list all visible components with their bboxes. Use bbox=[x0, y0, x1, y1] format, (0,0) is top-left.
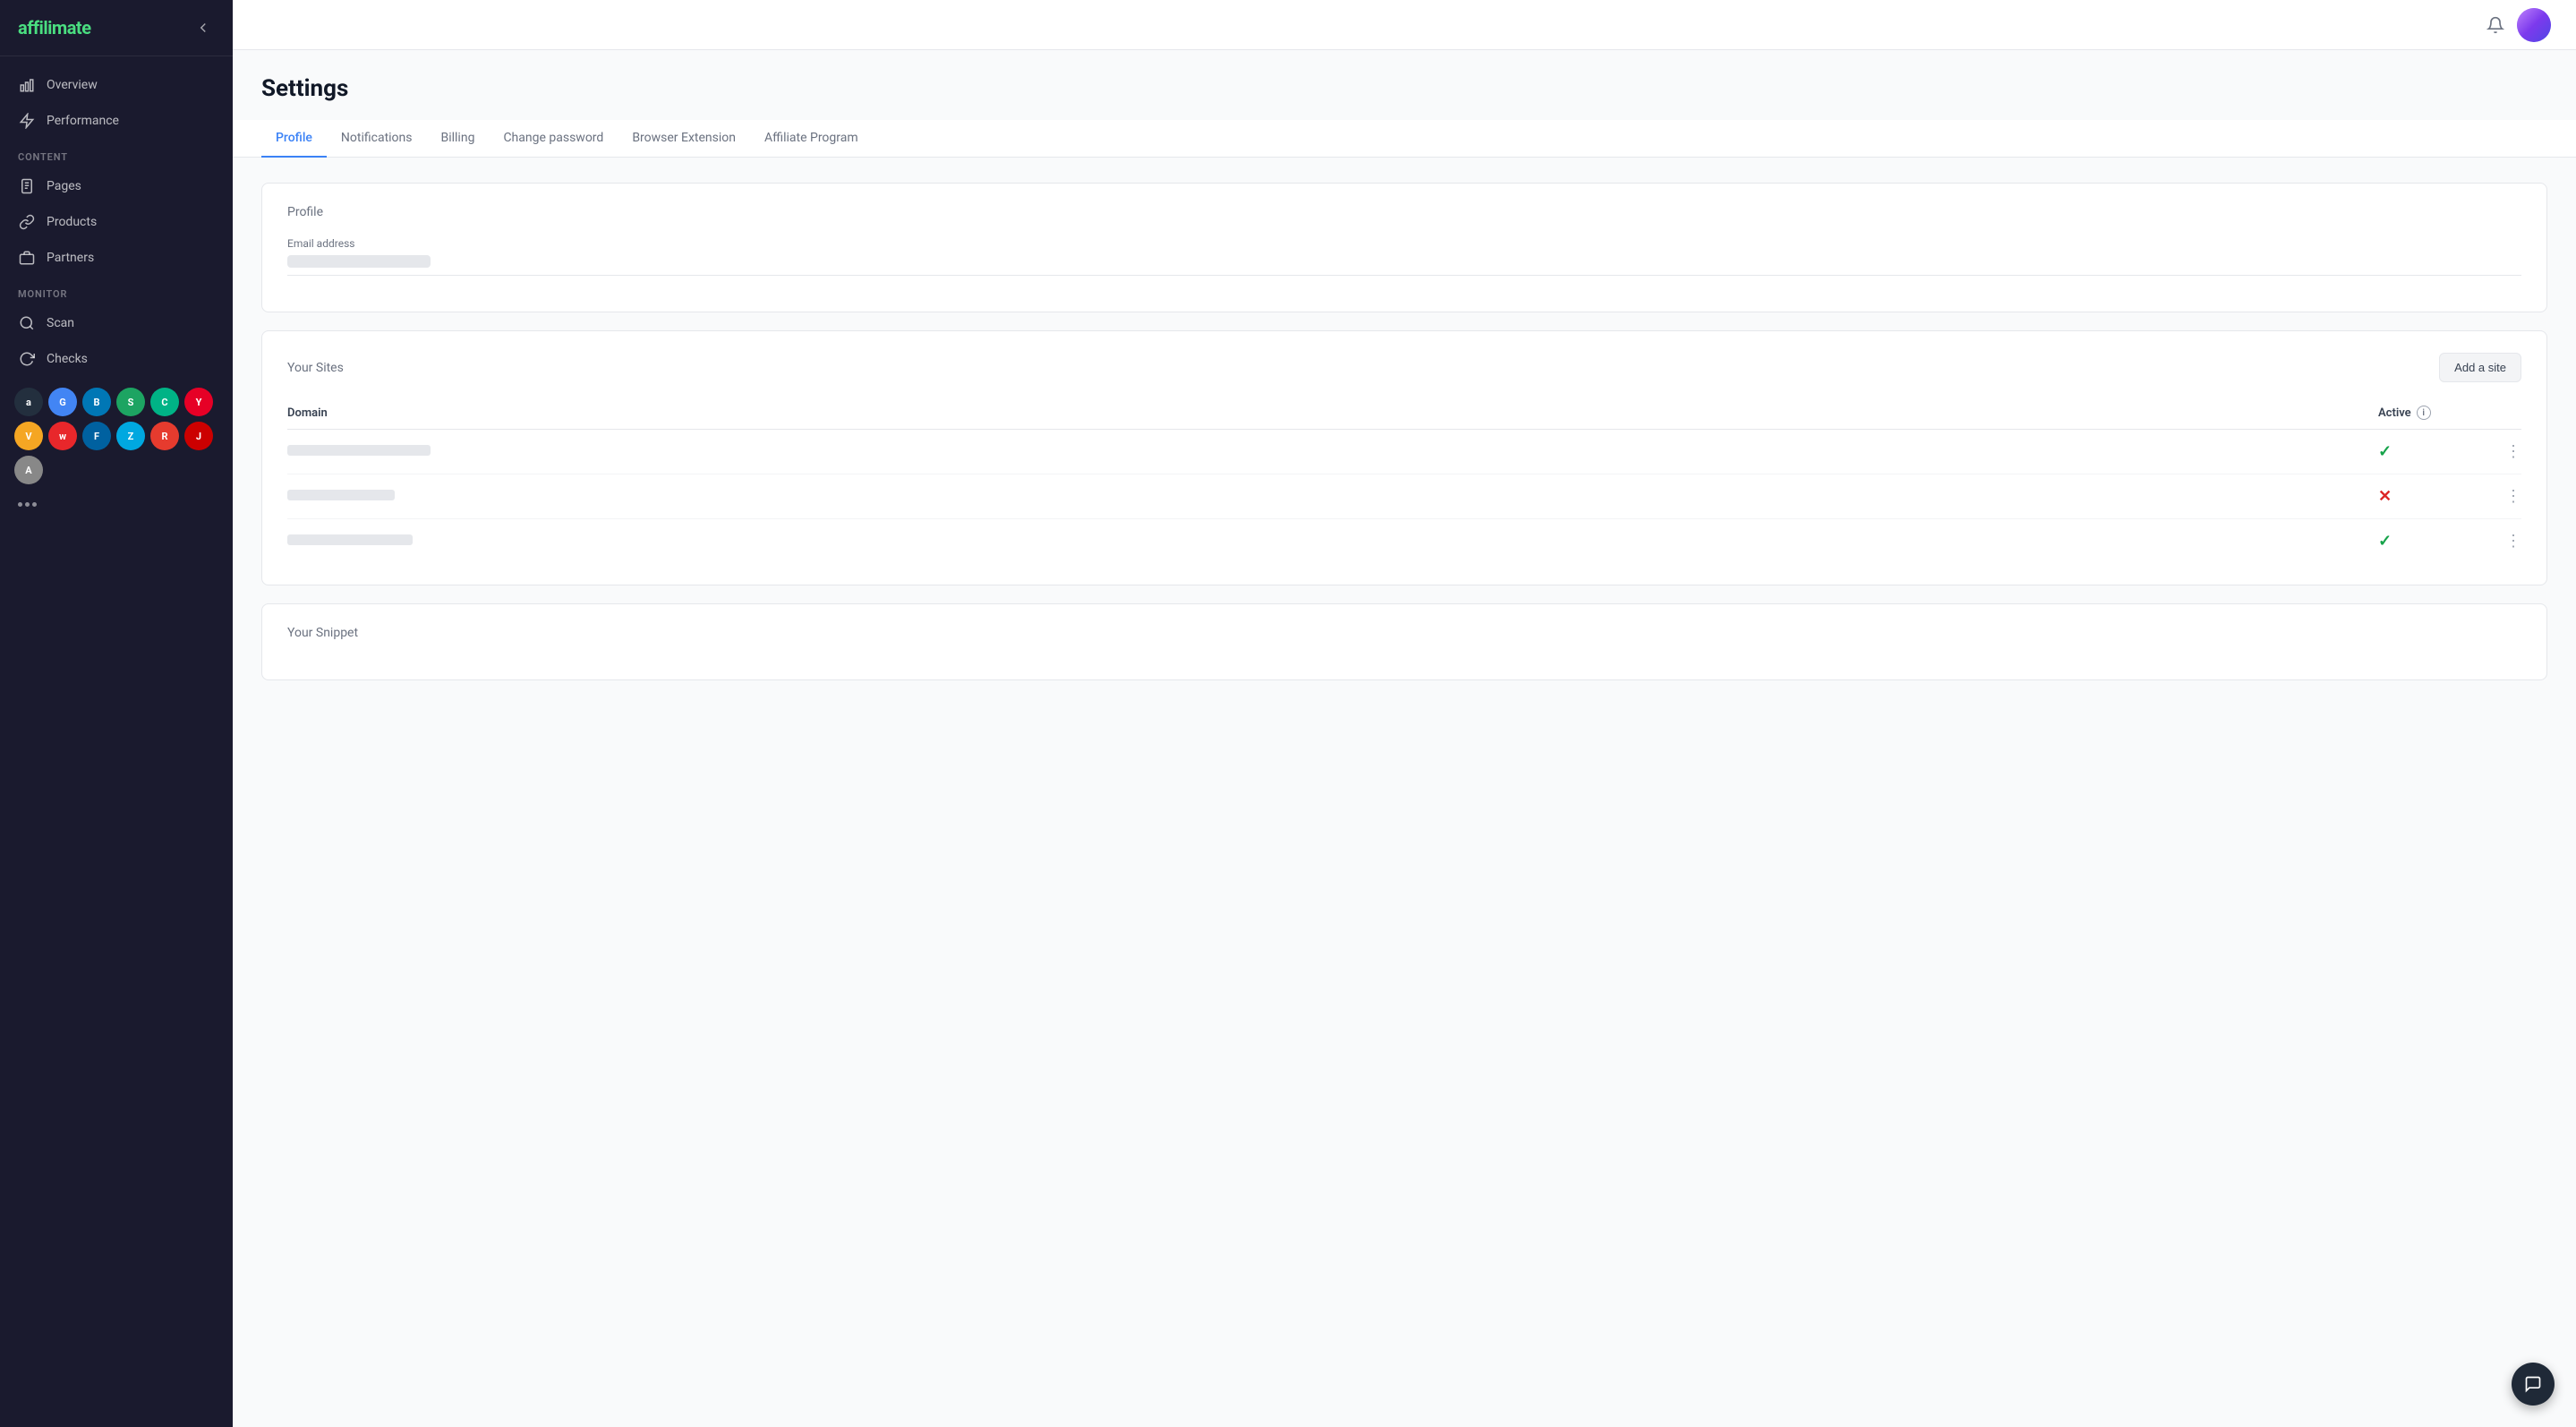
partner-v[interactable]: V bbox=[14, 422, 43, 450]
tab-browser-extension[interactable]: Browser Extension bbox=[618, 120, 750, 158]
email-label: Email address bbox=[287, 237, 2521, 250]
email-form-group: Email address bbox=[287, 237, 2521, 276]
avatar-image bbox=[2517, 8, 2551, 42]
sidebar-item-performance[interactable]: Performance bbox=[0, 103, 233, 139]
row-menu-button[interactable]: ⋮ bbox=[2486, 534, 2521, 550]
sidebar-item-partners[interactable]: Partners bbox=[0, 240, 233, 276]
topbar bbox=[233, 0, 2576, 50]
document-icon bbox=[18, 177, 36, 195]
monitor-section-label: MONITOR bbox=[0, 276, 233, 305]
domain-placeholder bbox=[287, 445, 431, 456]
partner-b[interactable]: B bbox=[82, 388, 111, 416]
action-column-header bbox=[2486, 397, 2521, 430]
content-section-label: CONTENT bbox=[0, 139, 233, 168]
partner-f[interactable]: F bbox=[82, 422, 111, 450]
chat-button[interactable] bbox=[2512, 1363, 2555, 1406]
sidebar: affilimate Overview Performance bbox=[0, 0, 233, 1427]
link-icon bbox=[18, 213, 36, 231]
domain-placeholder bbox=[287, 534, 413, 545]
email-value-placeholder bbox=[287, 255, 431, 268]
partner-a2[interactable]: A bbox=[14, 456, 43, 484]
search-icon bbox=[18, 314, 36, 332]
sites-card: Your Sites Add a site Domain Active i bbox=[261, 330, 2547, 585]
more-partners-button[interactable] bbox=[0, 495, 233, 521]
page-title: Settings bbox=[261, 75, 2547, 102]
sidebar-item-scan[interactable]: Scan bbox=[0, 305, 233, 341]
active-cell: ✕ bbox=[2378, 474, 2486, 519]
partner-r[interactable]: R bbox=[150, 422, 179, 450]
sidebar-item-products[interactable]: Products bbox=[0, 204, 233, 240]
sidebar-item-label: Pages bbox=[47, 179, 81, 193]
main-content: Settings Profile Notifications Billing C… bbox=[233, 0, 2576, 1427]
briefcase-icon bbox=[18, 249, 36, 267]
partner-google[interactable]: G bbox=[48, 388, 77, 416]
partner-amazon[interactable]: a bbox=[14, 388, 43, 416]
settings-tabs: Profile Notifications Billing Change pas… bbox=[233, 120, 2576, 158]
active-checkmark: ✓ bbox=[2378, 532, 2392, 551]
add-site-button[interactable]: Add a site bbox=[2439, 353, 2521, 382]
partner-z[interactable]: Z bbox=[116, 422, 145, 450]
active-info-icon[interactable]: i bbox=[2417, 406, 2431, 420]
sites-card-title: Your Sites bbox=[287, 361, 344, 375]
tab-affiliate-program[interactable]: Affiliate Program bbox=[750, 120, 873, 158]
action-cell: ⋮ bbox=[2486, 430, 2521, 474]
tab-notifications[interactable]: Notifications bbox=[327, 120, 427, 158]
action-cell: ⋮ bbox=[2486, 519, 2521, 564]
domain-cell bbox=[287, 519, 2378, 564]
sidebar-item-label: Checks bbox=[47, 352, 88, 366]
sidebar-item-label: Performance bbox=[47, 114, 119, 128]
chart-bar-icon bbox=[18, 76, 36, 94]
inactive-mark: ✕ bbox=[2378, 487, 2392, 506]
active-checkmark: ✓ bbox=[2378, 442, 2392, 461]
tab-profile[interactable]: Profile bbox=[261, 120, 327, 158]
sidebar-item-label: Partners bbox=[47, 251, 94, 265]
table-row: ✕ ⋮ bbox=[287, 474, 2521, 519]
active-column-header: Active i bbox=[2378, 397, 2486, 430]
table-row: ✓ ⋮ bbox=[287, 430, 2521, 474]
sidebar-item-checks[interactable]: Checks bbox=[0, 341, 233, 377]
action-cell: ⋮ bbox=[2486, 474, 2521, 519]
active-cell: ✓ bbox=[2378, 519, 2486, 564]
partner-c[interactable]: C bbox=[150, 388, 179, 416]
sidebar-collapse-button[interactable] bbox=[192, 16, 215, 39]
sidebar-item-label: Overview bbox=[47, 78, 98, 92]
row-menu-button[interactable]: ⋮ bbox=[2486, 444, 2521, 460]
domain-placeholder bbox=[287, 490, 395, 500]
user-avatar[interactable] bbox=[2517, 8, 2551, 42]
domain-column-header: Domain bbox=[287, 397, 2378, 430]
refresh-icon bbox=[18, 350, 36, 368]
profile-card: Profile Email address bbox=[261, 183, 2547, 312]
tab-change-password[interactable]: Change password bbox=[489, 120, 618, 158]
lightning-icon bbox=[18, 112, 36, 130]
notification-bell-button[interactable] bbox=[2486, 16, 2504, 34]
table-row: ✓ ⋮ bbox=[287, 519, 2521, 564]
snippet-card: Your Snippet bbox=[261, 603, 2547, 680]
domain-cell bbox=[287, 474, 2378, 519]
row-menu-button[interactable]: ⋮ bbox=[2486, 489, 2521, 505]
sites-header: Your Sites Add a site bbox=[287, 353, 2521, 382]
logo: affilimate bbox=[18, 17, 91, 38]
domain-cell bbox=[287, 430, 2378, 474]
sites-table: Domain Active i bbox=[287, 397, 2521, 563]
sidebar-item-label: Products bbox=[47, 215, 97, 229]
snippet-card-title: Your Snippet bbox=[287, 626, 2521, 640]
sidebar-nav: Overview Performance CONTENT Pages bbox=[0, 56, 233, 1427]
sidebar-item-pages[interactable]: Pages bbox=[0, 168, 233, 204]
partner-w[interactable]: w bbox=[48, 422, 77, 450]
sidebar-item-overview[interactable]: Overview bbox=[0, 67, 233, 103]
sidebar-item-label: Scan bbox=[47, 316, 74, 330]
partner-j[interactable]: J bbox=[184, 422, 213, 450]
profile-card-title: Profile bbox=[287, 205, 2521, 219]
partner-icons: a G B S C Y V w F Z R J A bbox=[0, 377, 233, 495]
partner-s[interactable]: S bbox=[116, 388, 145, 416]
partner-y[interactable]: Y bbox=[184, 388, 213, 416]
active-cell: ✓ bbox=[2378, 430, 2486, 474]
logo-text: affilimate bbox=[18, 17, 91, 38]
tab-billing[interactable]: Billing bbox=[427, 120, 490, 158]
sidebar-header: affilimate bbox=[0, 0, 233, 56]
page-content: Settings Profile Notifications Billing C… bbox=[233, 50, 2576, 1427]
